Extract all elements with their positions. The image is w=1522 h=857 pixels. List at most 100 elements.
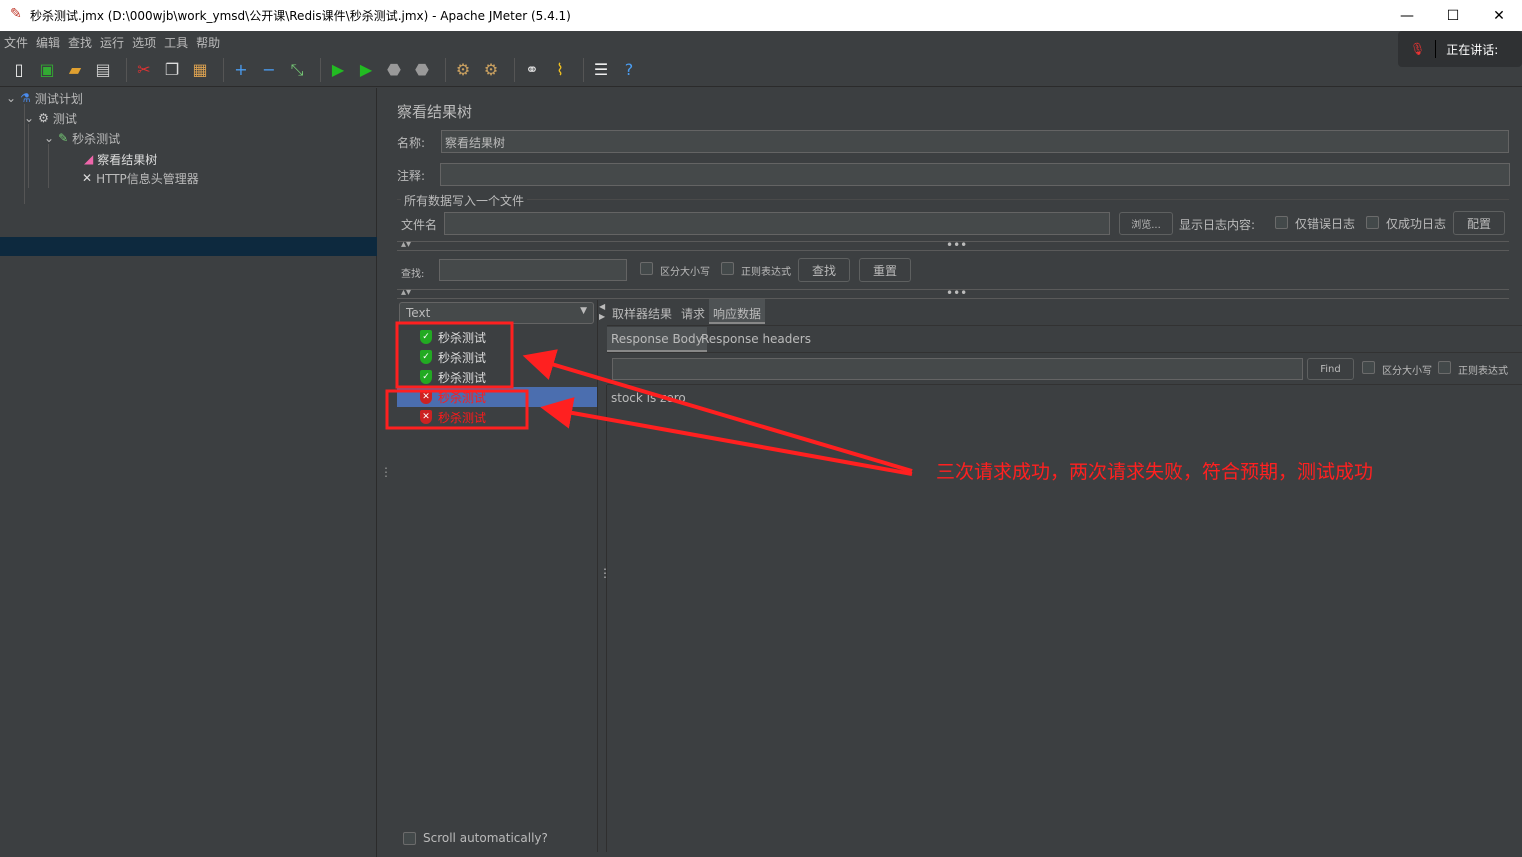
case-sensitive-checkbox[interactable] xyxy=(640,262,653,275)
chart-icon: ◢ xyxy=(84,152,94,166)
subtab-response-headers[interactable]: Response headers xyxy=(701,332,811,346)
clear-icon[interactable]: ⚙ xyxy=(452,59,474,81)
success-only-checkbox[interactable] xyxy=(1366,216,1379,229)
tree-item-thread-group[interactable]: ⌄ ⚙ 测试 xyxy=(24,108,77,128)
open-icon[interactable]: ▰ xyxy=(64,59,86,81)
start-icon[interactable]: ▶ xyxy=(327,59,349,81)
splitter-handle[interactable]: ⋮ xyxy=(380,465,392,479)
error-shield-icon: ✕ xyxy=(420,390,432,404)
success-shield-icon: ✓ xyxy=(420,350,432,364)
muted-mic-icon: 🎙 xyxy=(1410,42,1426,56)
comment-label: 注释: xyxy=(397,169,426,183)
scroll-auto-checkbox[interactable] xyxy=(403,832,416,845)
response-body-text: stock is zero xyxy=(611,391,686,405)
split-arrows[interactable]: ◀ ▶ xyxy=(599,302,605,322)
tab-response-data[interactable]: 响应数据 xyxy=(709,299,766,324)
binoculars-icon[interactable]: ⚭ xyxy=(521,59,543,81)
find-button[interactable]: 查找 xyxy=(798,258,850,282)
result-item-success[interactable]: ✓ 秒杀测试 xyxy=(398,367,597,387)
window-title: 秒杀测试.jmx (D:\000wjb\work_ymsd\公开课\Redis课… xyxy=(30,9,571,23)
success-shield-icon: ✓ xyxy=(420,370,432,384)
expand-icon[interactable]: + xyxy=(230,59,252,81)
scroll-auto-label: Scroll automatically? xyxy=(423,831,548,845)
copy-icon[interactable]: ❐ xyxy=(161,59,183,81)
menu-file[interactable]: 文件 xyxy=(4,34,28,51)
vertical-splitter[interactable]: ⋮ xyxy=(599,566,611,580)
tree-item-test-plan[interactable]: ⌄ ⚗ 测试计划 xyxy=(6,88,83,108)
save-icon[interactable]: ▤ xyxy=(92,59,114,81)
configure-button[interactable]: 配置 xyxy=(1453,211,1505,235)
tab-sampler-result[interactable]: 取样器结果 xyxy=(612,305,672,322)
result-label: 秒杀测试 xyxy=(438,330,487,345)
regex-label: 正则表达式 xyxy=(741,267,791,278)
templates-icon[interactable]: ▣ xyxy=(36,59,58,81)
tab-request[interactable]: 请求 xyxy=(681,305,705,322)
body-regex-checkbox[interactable] xyxy=(1438,361,1451,374)
shutdown-icon[interactable]: ⬣ xyxy=(411,59,433,81)
errors-only-checkbox[interactable] xyxy=(1275,216,1288,229)
comment-input[interactable] xyxy=(440,163,1510,186)
body-case-checkbox[interactable] xyxy=(1362,361,1375,374)
broom-icon[interactable]: ⌇ xyxy=(549,59,571,81)
speaking-indicator: 🎙 正在讲话: xyxy=(1398,31,1522,67)
title-bar: ✎ 秒杀测试.jmx (D:\000wjb\work_ymsd\公开课\Redi… xyxy=(0,0,1522,31)
subtab-response-body[interactable]: Response Body xyxy=(607,327,707,352)
result-label: 秒杀测试 xyxy=(438,370,487,385)
menu-options[interactable]: 选项 xyxy=(132,34,156,51)
collapse-icon[interactable]: − xyxy=(258,59,280,81)
tree-item-view-results-tree[interactable]: ◢ 察看结果树 xyxy=(84,149,157,169)
arrow-to-failure xyxy=(540,397,913,476)
help-icon[interactable]: ? xyxy=(618,59,640,81)
search-input[interactable] xyxy=(439,259,627,281)
menu-help[interactable]: 帮助 xyxy=(196,34,220,51)
tools-icon: ✕ xyxy=(82,171,93,185)
clear-all-icon[interactable]: ⚙ xyxy=(480,59,502,81)
result-label: 秒杀测试 xyxy=(438,410,487,425)
tree-item-header-manager[interactable]: ✕ HTTP信息头管理器 xyxy=(82,168,199,188)
chevron-down-icon: ▼ xyxy=(580,306,587,316)
menu-tools[interactable]: 工具 xyxy=(164,34,188,51)
body-find-button[interactable]: Find xyxy=(1307,358,1354,380)
speaking-label: 正在讲话: xyxy=(1446,42,1499,57)
result-item-success[interactable]: ✓ 秒杀测试 xyxy=(398,347,597,367)
result-item-failure[interactable]: ✕ 秒杀测试 xyxy=(398,387,597,407)
minimize-button[interactable]: — xyxy=(1384,0,1430,31)
paste-icon[interactable]: ▦ xyxy=(189,59,211,81)
success-only-label: 仅成功日志 xyxy=(1386,217,1447,231)
search-label: 查找: xyxy=(401,269,425,280)
collapse-arrows-2[interactable]: ▴▾ xyxy=(401,287,411,298)
errors-only-label: 仅错误日志 xyxy=(1295,217,1356,231)
body-search-input[interactable] xyxy=(612,358,1303,380)
close-button[interactable]: ✕ xyxy=(1476,0,1522,31)
cut-icon[interactable]: ✂ xyxy=(133,59,155,81)
case-sensitive-label: 区分大小写 xyxy=(660,267,710,278)
result-item-success[interactable]: ✓ 秒杀测试 xyxy=(398,327,597,347)
new-icon[interactable]: ▯ xyxy=(8,59,30,81)
stop-icon[interactable]: ⬣ xyxy=(383,59,405,81)
menu-run[interactable]: 运行 xyxy=(100,34,124,51)
menu-bar: 文件 编辑 查找 运行 选项 工具 帮助 xyxy=(0,31,1522,53)
browse-button[interactable]: 浏览... xyxy=(1119,212,1173,235)
name-input[interactable]: 察看结果树 xyxy=(441,130,1509,153)
test-plan-tree: ⌄ ⚗ 测试计划 ⌄ ⚙ 测试 ⌄ ✎ 秒杀测试 ◢ 察看结果树 ✕ HTTP信息头管理器 xyxy=(0,88,377,857)
pipette-icon: ✎ xyxy=(58,131,69,145)
result-label: 秒杀测试 xyxy=(438,390,487,405)
menu-search[interactable]: 查找 xyxy=(68,34,92,51)
flask-icon: ⚗ xyxy=(20,91,31,105)
maximize-button[interactable]: ☐ xyxy=(1430,0,1476,31)
function-helper-icon[interactable]: ☰ xyxy=(590,59,612,81)
regex-checkbox[interactable] xyxy=(721,262,734,275)
body-case-label: 区分大小写 xyxy=(1382,366,1432,377)
renderer-select[interactable]: Text ▼ xyxy=(399,302,594,324)
toolbar: ▯ ▣ ▰ ▤ ✂ ❐ ▦ + − ⤡ ▶ ▶ ⬣ ⬣ ⚙ ⚙ ⚭ ⌇ ☰ ? xyxy=(0,53,1522,87)
filename-label: 文件名 xyxy=(401,218,438,232)
result-item-failure[interactable]: ✕ 秒杀测试 xyxy=(398,407,597,427)
collapse-arrows-1[interactable]: ▴▾ xyxy=(401,239,411,250)
toggle-icon[interactable]: ⤡ xyxy=(286,59,308,81)
start-no-pause-icon[interactable]: ▶ xyxy=(355,59,377,81)
reset-button[interactable]: 重置 xyxy=(859,258,911,282)
filename-input[interactable] xyxy=(444,212,1110,235)
menu-edit[interactable]: 编辑 xyxy=(36,34,60,51)
gear-icon: ⚙ xyxy=(38,111,49,125)
tree-item-http-sampler[interactable]: ⌄ ✎ 秒杀测试 xyxy=(44,128,120,148)
